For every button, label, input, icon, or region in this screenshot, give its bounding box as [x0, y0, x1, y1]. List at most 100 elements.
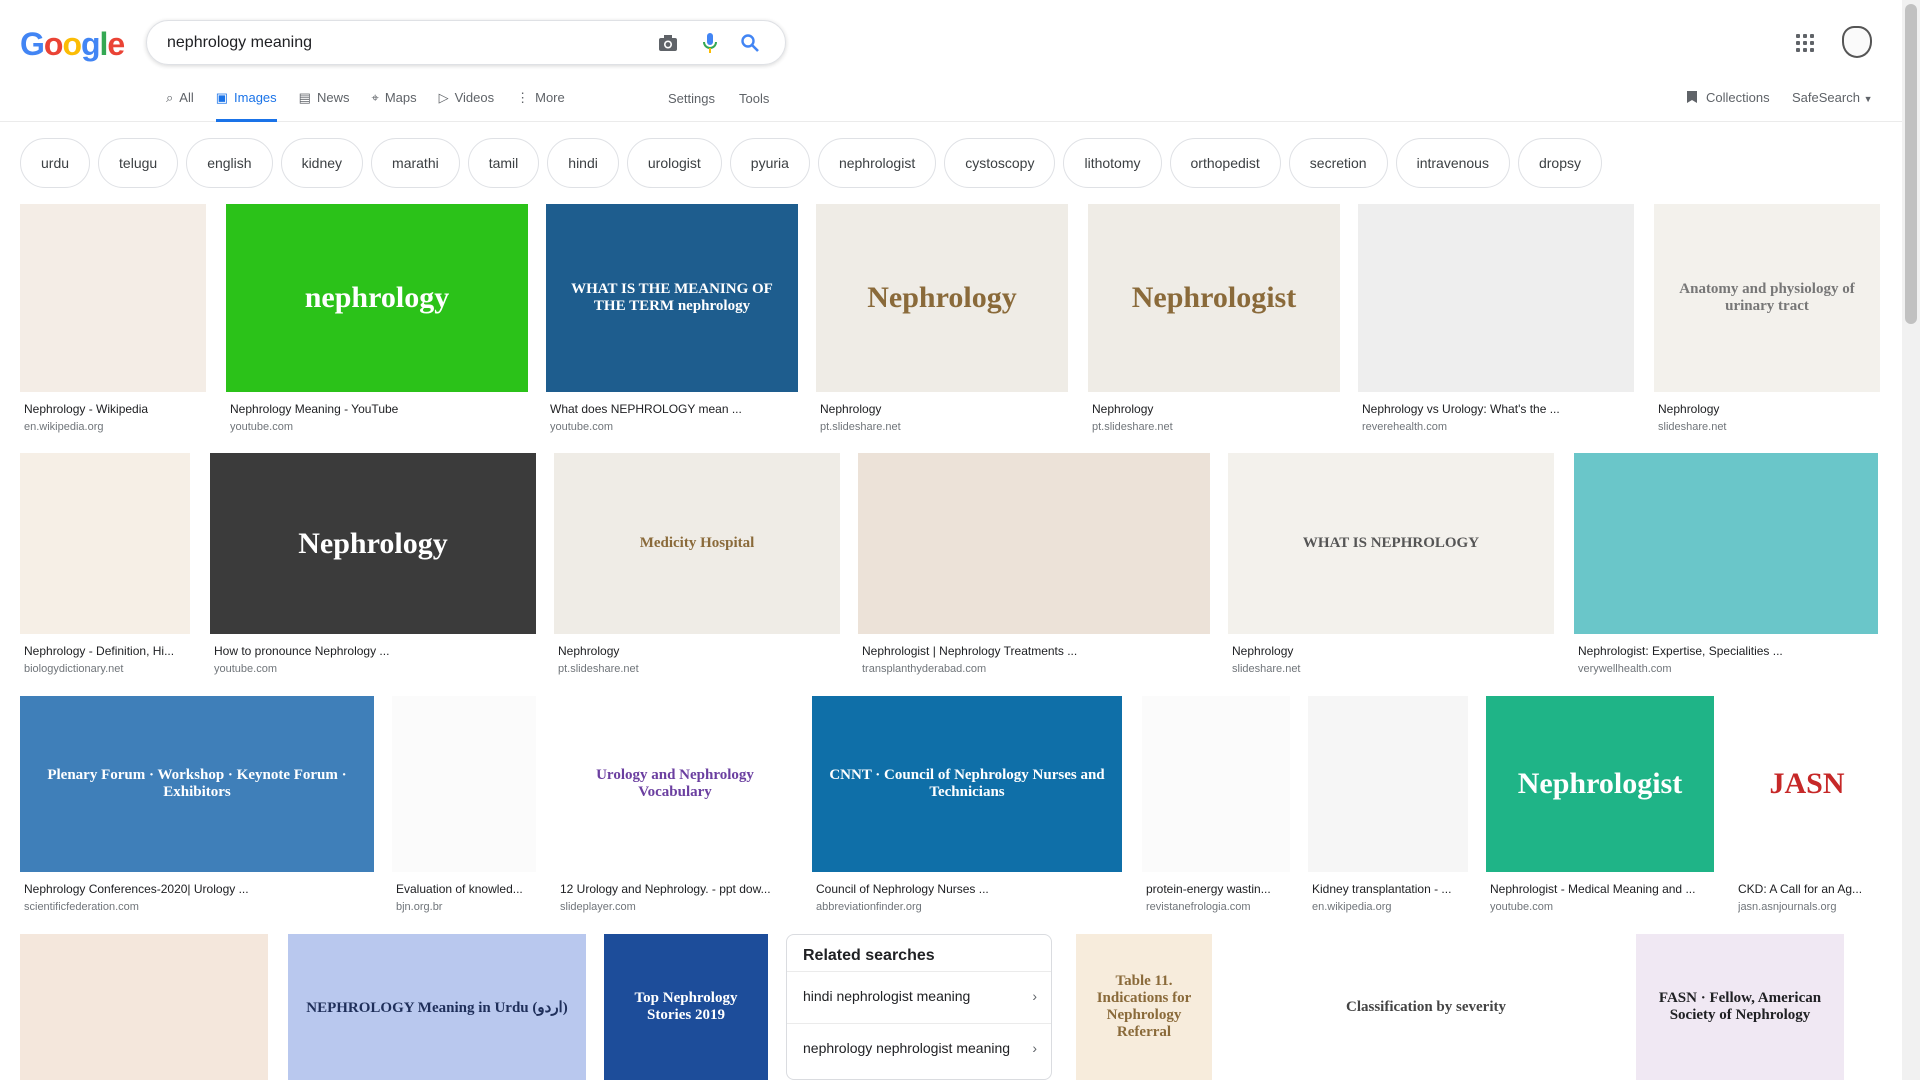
image-result[interactable]: Nephrologist: Expertise, Specialities ..…	[1574, 453, 1878, 682]
result-thumbnail[interactable]: Nephrologist	[1088, 204, 1340, 392]
result-title[interactable]: Nephrology	[558, 644, 836, 658]
result-source[interactable]: youtube.com	[230, 421, 524, 433]
result-thumbnail[interactable]	[392, 696, 536, 872]
result-title[interactable]: Nephrology	[1232, 644, 1550, 658]
result-title[interactable]: 12 Urology and Nephrology. - ppt dow...	[560, 882, 790, 896]
result-source[interactable]: pt.slideshare.net	[558, 663, 836, 675]
related-search-item[interactable]: hindi nephrologist meaning ›	[787, 971, 1051, 1023]
result-title[interactable]: Nephrology Conferences-2020| Urology ...	[24, 882, 370, 896]
result-source[interactable]: scientificfederation.com	[24, 901, 370, 913]
chip-kidney[interactable]: kidney	[280, 138, 364, 188]
result-source[interactable]: verywellhealth.com	[1578, 663, 1874, 675]
image-result[interactable]: Nephrology - Definition, Hi... biologydic…	[20, 453, 190, 682]
chip-urdu[interactable]: urdu	[20, 138, 91, 188]
result-title[interactable]: Nephrologist: Expertise, Specialities ..…	[1578, 644, 1874, 658]
tab-maps[interactable]: ⌖ Maps	[371, 90, 416, 122]
result-source[interactable]: transplanthyderabad.com	[862, 663, 1206, 675]
chip-nephrologist[interactable]: nephrologist	[817, 138, 937, 188]
image-result[interactable]: Plenary Forum · Workshop · Keynote Forum…	[20, 696, 374, 920]
result-title[interactable]: Nephrologist - Medical Meaning and ...	[1490, 882, 1710, 896]
result-thumbnail[interactable]: Nephrology	[816, 204, 1068, 392]
result-thumbnail[interactable]: Top Nephrology Stories 2019	[604, 934, 768, 1080]
result-source[interactable]: youtube.com	[550, 421, 794, 433]
image-result[interactable]: Nephrologist | Nephrology Treatments ...…	[858, 453, 1210, 682]
result-thumbnail[interactable]	[20, 204, 206, 392]
account-avatar[interactable]	[1842, 26, 1872, 58]
result-source[interactable]: jasn.asnjournals.org	[1738, 901, 1876, 913]
result-source[interactable]: youtube.com	[1490, 901, 1710, 913]
chip-dropsy[interactable]: dropsy	[1517, 138, 1603, 188]
result-title[interactable]: Kidney transplantation - ...	[1312, 882, 1464, 896]
search-input[interactable]	[167, 30, 647, 56]
image-result[interactable]: Nephrology vs Urology: What's the ... rev…	[1358, 204, 1634, 440]
chip-hindi[interactable]: hindi	[547, 138, 619, 188]
result-title[interactable]: Nephrology - Wikipedia	[24, 402, 202, 416]
result-thumbnail[interactable]: nephrology	[226, 204, 528, 392]
result-thumbnail[interactable]: Nephrologist	[1486, 696, 1714, 872]
chip-english[interactable]: english	[186, 138, 273, 188]
image-result[interactable]: protein-energy wastin... revistanefrologi…	[1142, 696, 1290, 920]
image-result[interactable]: Nephrology Nephrology pt.slideshare.net	[816, 204, 1068, 440]
image-result[interactable]: Top Nephrology Stories 2019	[604, 934, 768, 1080]
safesearch-dropdown[interactable]: SafeSearch ▼	[1792, 90, 1872, 105]
image-result[interactable]: FASN · Fellow, American Society of Nephr…	[1636, 934, 1844, 1080]
result-thumbnail[interactable]	[20, 453, 190, 634]
image-result[interactable]: Kidney transplantation - ... en.wikipedia…	[1308, 696, 1468, 920]
result-title[interactable]: Nephrology - Definition, Hi...	[24, 644, 186, 658]
tab-news[interactable]: ▤ News	[299, 90, 350, 122]
result-thumbnail[interactable]: Medicity Hospital	[554, 453, 840, 634]
camera-icon[interactable]	[657, 32, 679, 54]
collections-link[interactable]: Collections	[1686, 90, 1770, 107]
chip-cystoscopy[interactable]: cystoscopy	[944, 138, 1056, 188]
image-result[interactable]: nephrology Nephrology Meaning - YouTube yo…	[226, 204, 528, 440]
image-result[interactable]: Classification by severity	[1236, 934, 1616, 1080]
result-thumbnail[interactable]	[1308, 696, 1468, 872]
result-thumbnail[interactable]: CNNT · Council of Nephrology Nurses and …	[812, 696, 1122, 872]
result-title[interactable]: Nephrology	[1092, 402, 1336, 416]
result-source[interactable]: biologydictionary.net	[24, 663, 186, 675]
tab-images[interactable]: ▣ Images	[215, 90, 277, 122]
settings-link[interactable]: Settings	[668, 91, 715, 106]
image-result[interactable]: WHAT IS NEPHROLOGY Nephrology slideshare.n…	[1228, 453, 1554, 682]
search-icon[interactable]	[739, 32, 761, 54]
result-title[interactable]: What does NEPHROLOGY mean ...	[550, 402, 794, 416]
result-title[interactable]: Nephrology vs Urology: What's the ...	[1362, 402, 1630, 416]
related-search-item[interactable]: nephrology nephrologist meaning ›	[787, 1023, 1051, 1075]
image-result[interactable]: Nephrologist Nephrology pt.slideshare.net	[1088, 204, 1340, 440]
image-result[interactable]: Medicity Hospital Nephrology pt.slideshare…	[554, 453, 840, 682]
result-title[interactable]: Council of Nephrology Nurses ...	[816, 882, 1118, 896]
image-result[interactable]	[20, 934, 268, 1080]
result-thumbnail[interactable]: Plenary Forum · Workshop · Keynote Forum…	[20, 696, 374, 872]
result-source[interactable]: slideshare.net	[1232, 663, 1550, 675]
image-result[interactable]: Anatomy and physiology of urinary tract N…	[1654, 204, 1880, 440]
result-thumbnail[interactable]: FASN · Fellow, American Society of Nephr…	[1636, 934, 1844, 1080]
result-source[interactable]: revistanefrologia.com	[1146, 901, 1286, 913]
image-result[interactable]: Nephrology How to pronounce Nephrology ..…	[210, 453, 536, 682]
result-thumbnail[interactable]: WHAT IS NEPHROLOGY	[1228, 453, 1554, 634]
result-thumbnail[interactable]	[1358, 204, 1634, 392]
image-result[interactable]: NEPHROLOGY Meaning in Urdu (اردو)	[288, 934, 586, 1080]
result-thumbnail[interactable]	[20, 934, 268, 1080]
google-logo[interactable]: Google	[20, 26, 125, 63]
image-result[interactable]: Evaluation of knowled... bjn.org.br	[392, 696, 536, 920]
result-title[interactable]: CKD: A Call for an Ag...	[1738, 882, 1876, 896]
result-source[interactable]: slideshare.net	[1658, 421, 1876, 433]
chip-secretion[interactable]: secretion	[1288, 138, 1388, 188]
result-thumbnail[interactable]: WHAT IS THE MEANING OF THE TERM nephrolo…	[546, 204, 798, 392]
image-result[interactable]: CNNT · Council of Nephrology Nurses and …	[812, 696, 1122, 920]
image-result[interactable]: JASN CKD: A Call for an Ag... jasn.asnjour…	[1734, 696, 1880, 920]
result-thumbnail[interactable]	[1142, 696, 1290, 872]
tools-link[interactable]: Tools	[739, 91, 769, 106]
tab-more[interactable]: ⋮ More	[516, 90, 565, 122]
chip-lithotomy[interactable]: lithotomy	[1063, 138, 1162, 188]
result-thumbnail[interactable]: Classification by severity	[1236, 934, 1616, 1080]
result-title[interactable]: Evaluation of knowled...	[396, 882, 532, 896]
chip-orthopedist[interactable]: orthopedist	[1169, 138, 1281, 188]
result-thumbnail[interactable]	[858, 453, 1210, 634]
result-title[interactable]: How to pronounce Nephrology ...	[214, 644, 532, 658]
result-thumbnail[interactable]	[1574, 453, 1878, 634]
chip-telugu[interactable]: telugu	[98, 138, 179, 188]
result-thumbnail[interactable]: NEPHROLOGY Meaning in Urdu (اردو)	[288, 934, 586, 1080]
result-source[interactable]: pt.slideshare.net	[820, 421, 1064, 433]
result-thumbnail[interactable]: Anatomy and physiology of urinary tract	[1654, 204, 1880, 392]
